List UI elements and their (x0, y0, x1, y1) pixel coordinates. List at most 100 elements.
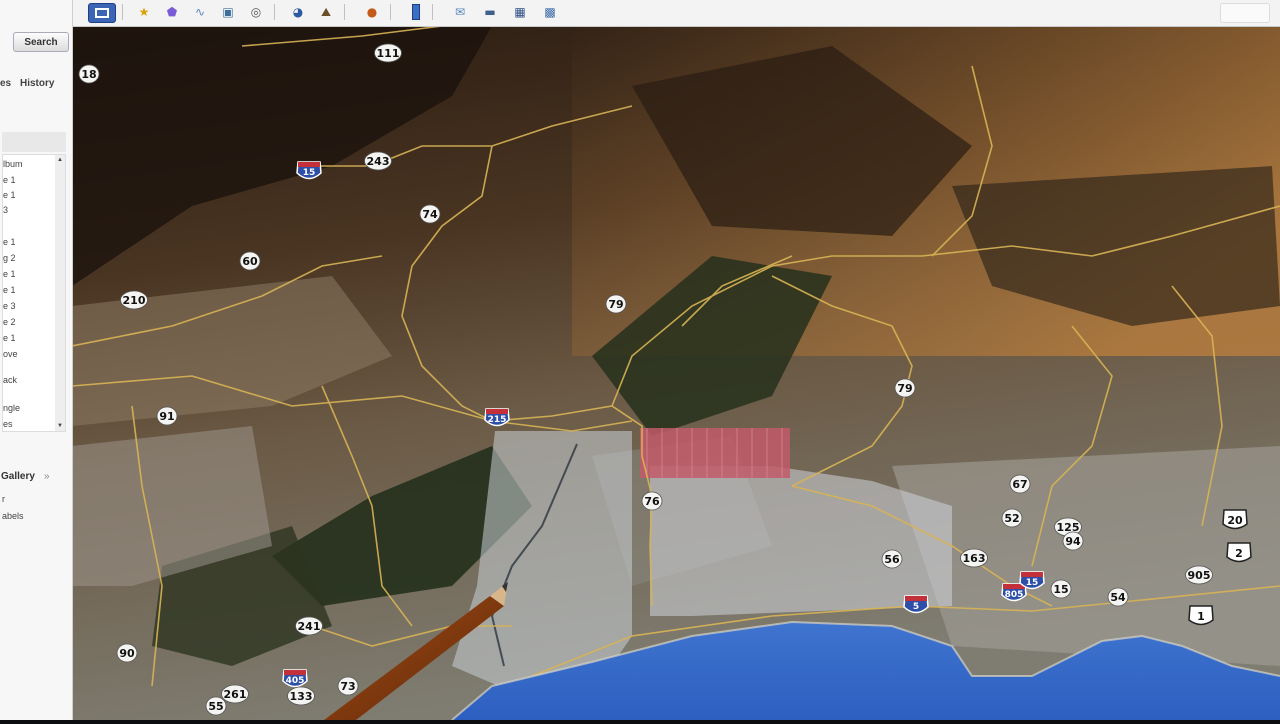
highway-shield-label: 73 (340, 680, 355, 693)
layer-item[interactable]: e 1 (3, 237, 16, 247)
view-in-maps-button[interactable]: ▩ (540, 3, 560, 21)
sidebar-fragment: r (2, 494, 5, 504)
save-image-button[interactable]: ▦ (510, 3, 530, 21)
tab-history[interactable]: History (20, 78, 54, 89)
placemark-button[interactable]: ★ (134, 3, 154, 21)
scroll-down-icon: ▼ (57, 423, 63, 429)
layer-item[interactable]: ove (3, 349, 18, 359)
highway-shield-state: 74 (419, 204, 441, 224)
highway-shield-label: 79 (897, 382, 912, 395)
satellite-imagery[interactable]: 111 18 15 243 74 60 210 79 91 215 79 76 67 52 1 2 5 94 56 1… (71, 25, 1280, 721)
gallery-expand-icon[interactable]: » (44, 471, 50, 482)
highway-shield-state: 243 (364, 151, 392, 171)
search-button[interactable]: Search (13, 32, 69, 52)
sidebar-icon (95, 8, 109, 18)
highway-shield-state: 905 (1185, 565, 1213, 585)
highway-shield-label: 55 (208, 700, 223, 713)
layer-item[interactable]: e 1 (3, 190, 16, 200)
highway-shield-state: 94 (1062, 531, 1084, 551)
highway-shield-label: 261 (224, 688, 247, 701)
highway-shield-interstate: 15 (296, 161, 322, 180)
highway-shield-label: 94 (1065, 535, 1081, 548)
record-tour-button[interactable]: ◎ (246, 3, 266, 21)
highway-shield-label: 74 (422, 208, 438, 221)
highway-shield-interstate: 215 (484, 408, 510, 427)
layers-scrollbar[interactable]: ▲ ▼ (55, 155, 65, 431)
layer-item[interactable]: ack (3, 375, 17, 385)
path-button[interactable]: ∿ (190, 3, 210, 21)
highway-shield-label: 5 (913, 602, 919, 612)
highway-shield-label: 243 (367, 155, 390, 168)
highway-shield-label: 133 (290, 690, 313, 703)
highway-shield-us: 2 (1226, 542, 1252, 563)
toggle-sidebar-button[interactable] (88, 3, 116, 23)
image-overlay-button[interactable]: ▣ (218, 3, 238, 21)
layer-item[interactable]: ngle (3, 403, 20, 413)
sidebar-panel: Search es History ▲ ▼ lbum e 1 e 1 3 e 1 g 2 e… (0, 0, 73, 720)
gallery-label[interactable]: Gallery (1, 471, 35, 482)
highway-shield-label: 54 (1110, 591, 1126, 604)
print-button[interactable]: ▬ (480, 3, 500, 21)
toolbar-blank-control[interactable] (1220, 3, 1270, 23)
switch-planet-button[interactable]: ● (362, 3, 382, 21)
highway-shield-state: 54 (1107, 587, 1129, 607)
clock-globe-icon: ◕ (292, 5, 304, 19)
polygon-icon: ⬟ (166, 5, 178, 19)
highway-shield-interstate: 5 (903, 595, 929, 614)
layer-item[interactable]: e 2 (3, 317, 16, 327)
planet-icon: ● (366, 5, 378, 19)
highway-shield-label: 15 (1026, 578, 1039, 588)
ruler-icon (412, 4, 420, 20)
layer-item[interactable]: e 3 (3, 301, 16, 311)
layer-item[interactable]: e 1 (3, 285, 16, 295)
highway-shield-us: 20 (1222, 509, 1248, 530)
email-button[interactable]: ✉ (450, 3, 470, 21)
printer-icon: ▬ (484, 5, 496, 19)
layer-item[interactable]: es (3, 419, 13, 429)
highway-shield-label: 76 (644, 495, 660, 508)
layer-item[interactable]: e 1 (3, 175, 16, 185)
highway-shield-state: 210 (120, 290, 148, 310)
layer-item[interactable]: e 1 (3, 333, 16, 343)
highway-shield-state: 15 (1050, 579, 1072, 599)
highway-shield-label: 15 (1053, 583, 1068, 596)
highway-shield-state: 90 (116, 643, 138, 663)
sidebar-fragment: abels (2, 511, 24, 521)
highway-shield-label: 210 (123, 294, 146, 307)
sunlight-button[interactable]: ⛰ (316, 3, 336, 21)
maps-icon: ▩ (544, 5, 556, 19)
highway-shield-label: 52 (1004, 512, 1019, 525)
path-icon: ∿ (194, 5, 206, 19)
highway-shield-state: 111 (374, 43, 402, 63)
tab-places[interactable]: es (0, 78, 11, 89)
layer-item[interactable]: 3 (3, 205, 8, 215)
envelope-icon: ✉ (454, 5, 466, 19)
ruler-button[interactable] (406, 3, 426, 21)
highway-shield-label: 60 (242, 255, 258, 268)
highway-shield-label: 805 (1005, 590, 1024, 600)
highway-shield-state: 91 (156, 406, 178, 426)
highway-shield-state: 163 (960, 548, 988, 568)
layers-header-strip (2, 132, 66, 152)
pushpin-icon: ★ (138, 5, 150, 19)
layer-item[interactable]: g 2 (3, 253, 16, 263)
highway-shield-state: 67 (1009, 474, 1031, 494)
highway-shield-state: 18 (78, 64, 100, 84)
layer-item[interactable]: e 1 (3, 269, 16, 279)
highway-shield-state: 79 (605, 294, 627, 314)
scroll-up-icon: ▲ (57, 157, 63, 163)
historical-imagery-button[interactable]: ◕ (288, 3, 308, 21)
highway-shield-label: 111 (377, 47, 400, 60)
highway-shield-state: 79 (894, 378, 916, 398)
highway-shield-label: 18 (81, 68, 96, 81)
highway-shield-us: 1 (1188, 605, 1214, 626)
satellite-map-view[interactable]: 111 18 15 243 74 60 210 79 91 215 79 76 67 52 1 2 5 94 56 1… (71, 25, 1280, 721)
layer-item[interactable]: lbum (3, 159, 23, 169)
highway-shield-state: 56 (881, 549, 903, 569)
highway-shield-state: 52 (1001, 508, 1023, 528)
sunlight-icon: ⛰ (320, 5, 332, 19)
highway-shield-label: 91 (159, 410, 174, 423)
polygon-button[interactable]: ⬟ (162, 3, 182, 21)
highway-shield-state: 133 (287, 686, 315, 706)
highway-shield-label: 90 (119, 647, 135, 660)
